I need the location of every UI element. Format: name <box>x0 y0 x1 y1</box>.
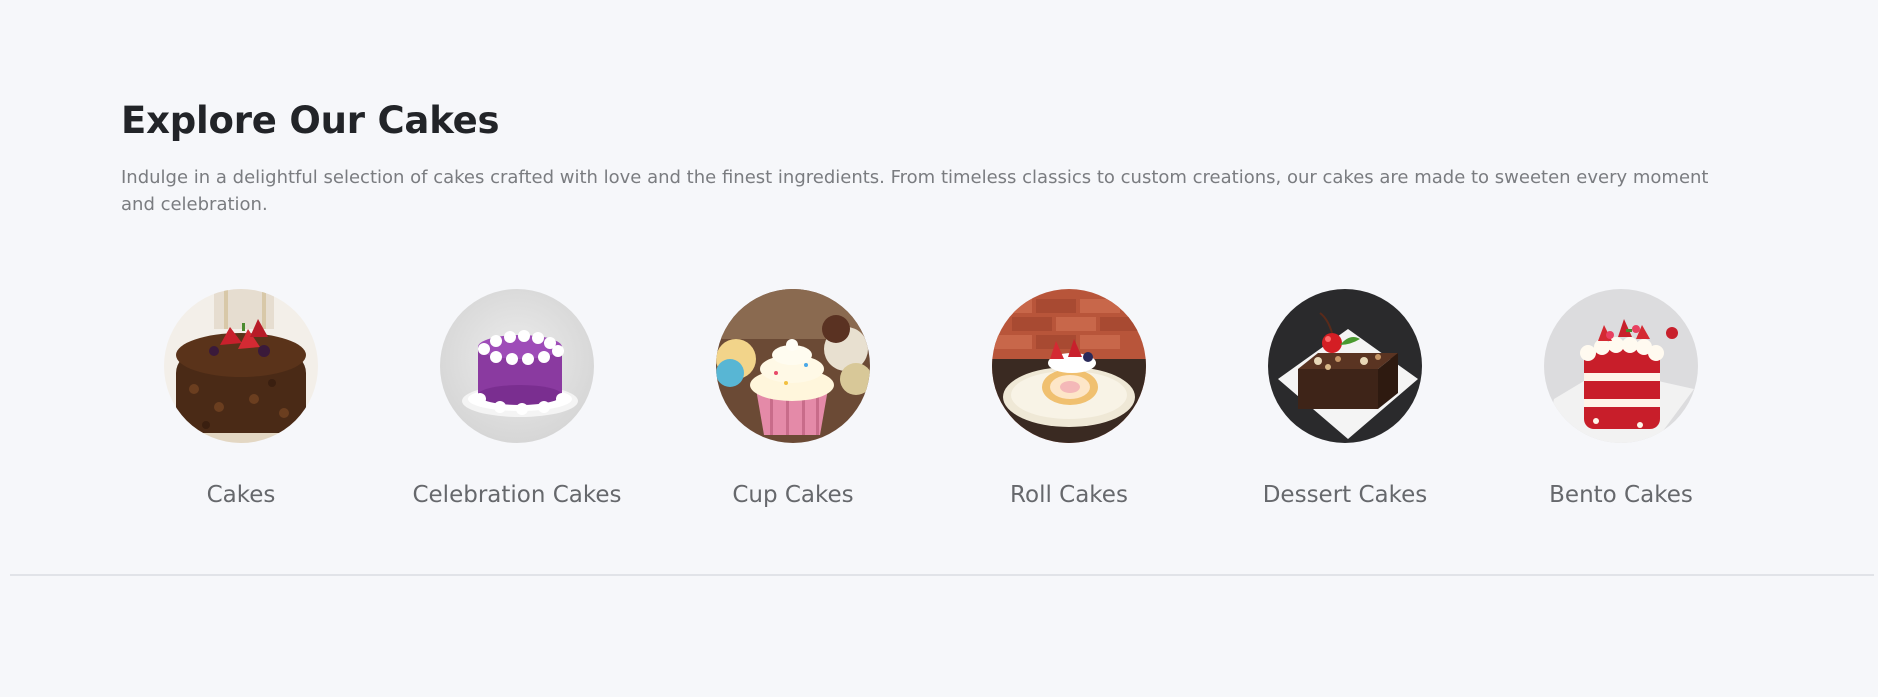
red-velvet-bento-cake-image[interactable] <box>1544 289 1698 443</box>
category-item-cup-cakes[interactable]: Cup Cakes <box>673 289 913 519</box>
explore-section: Explore Our Cakes Indulge in a delightfu… <box>121 96 1757 218</box>
purple-celebration-cake-image[interactable] <box>440 289 594 443</box>
category-label[interactable]: Cup Cakes <box>673 480 913 510</box>
brownie-dessert-image[interactable] <box>1268 289 1422 443</box>
category-label[interactable]: Celebration Cakes <box>397 480 637 510</box>
category-item-dessert-cakes[interactable]: Dessert Cakes <box>1225 289 1465 519</box>
category-label[interactable]: Bento Cakes <box>1501 480 1741 510</box>
category-item-bento-cakes[interactable]: Bento Cakes <box>1501 289 1741 519</box>
cupcake-image[interactable] <box>716 289 870 443</box>
category-item-roll-cakes[interactable]: Roll Cakes <box>949 289 1189 519</box>
category-label[interactable]: Roll Cakes <box>949 480 1189 510</box>
category-label[interactable]: Cakes <box>121 480 361 510</box>
category-list: Cakes Celebration Cakes Cup Cakes Roll C… <box>121 289 1721 519</box>
section-description: Indulge in a delightful selection of cak… <box>121 167 1709 215</box>
category-item-cakes[interactable]: Cakes <box>121 289 361 519</box>
chocolate-cake-image[interactable] <box>164 289 318 443</box>
section-divider <box>10 574 1874 576</box>
category-label[interactable]: Dessert Cakes <box>1225 480 1465 510</box>
category-item-celebration-cakes[interactable]: Celebration Cakes <box>397 289 637 519</box>
section-title: Explore Our Cakes <box>121 99 500 142</box>
roll-cake-image[interactable] <box>992 289 1146 443</box>
